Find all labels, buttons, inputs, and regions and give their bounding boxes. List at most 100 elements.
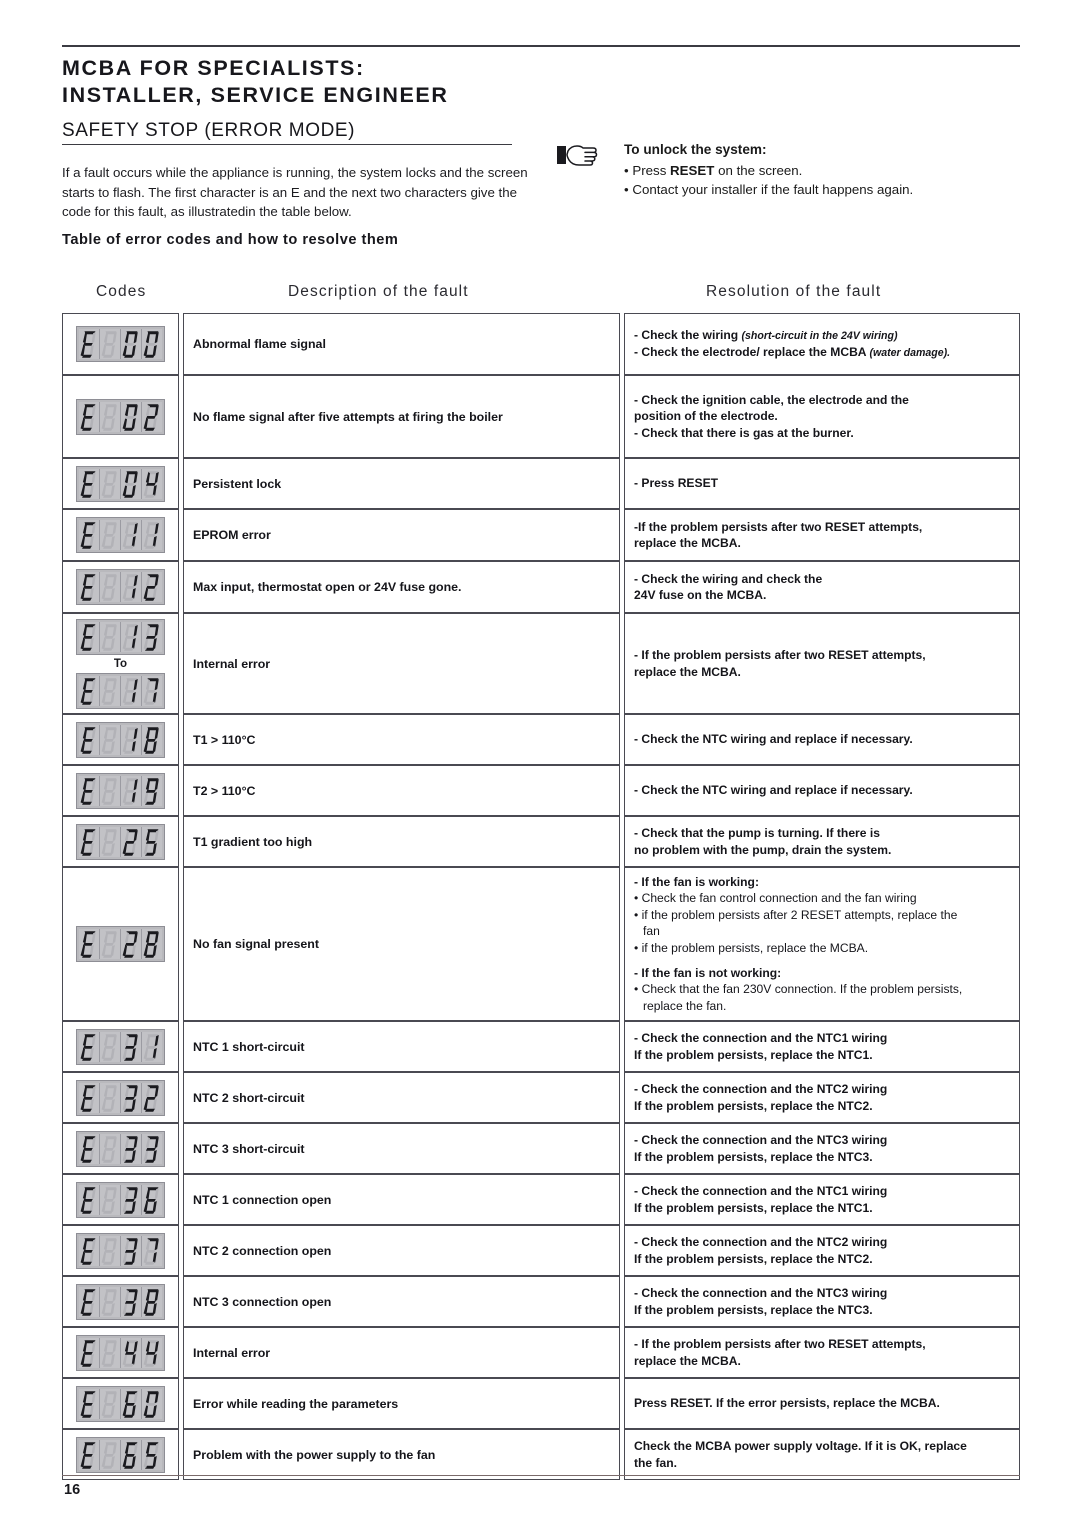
resolution-line: • if the problem persists after 2 RESET … <box>634 907 958 922</box>
lcd-digit <box>121 1082 142 1113</box>
resolution-line: - Check the NTC wiring and replace if ne… <box>634 732 913 747</box>
lcd-error-code-display <box>76 1334 165 1371</box>
page-title-line2: INSTALLER, SERVICE ENGINEER <box>62 83 449 107</box>
lcd-digit-blank <box>100 1337 121 1368</box>
lcd-digit <box>142 1286 162 1317</box>
table-cell-description: Internal error <box>183 1327 620 1378</box>
table-cell-description: T1 gradient too high <box>183 816 620 867</box>
table-cell-description: Max input, thermostat open or 24V fuse g… <box>183 561 620 613</box>
resolution-line: • Check the fan control connection and t… <box>634 891 917 906</box>
resolution-line: - If the fan is working: <box>634 874 759 889</box>
lcd-digit-blank <box>100 1031 121 1062</box>
lcd-digit <box>79 1388 100 1419</box>
table-cell-resolution: - If the fan is working: • Check the fan … <box>624 867 1020 1021</box>
table-cell-description: Persistent lock <box>183 458 620 509</box>
table-cell-code <box>62 867 179 1021</box>
lcd-digit-blank <box>100 621 121 652</box>
table-cell-resolution: - Check the wiring (short-circuit in the… <box>624 313 1020 375</box>
table-row: NTC 1 connection open - Check the connect… <box>62 1174 1020 1225</box>
table-cell-code <box>62 765 179 816</box>
callout-bullet-1-pre: • Press <box>624 162 667 178</box>
table-cell-description: No flame signal after five attempts at f… <box>183 375 620 458</box>
resolution-line: position of the electrode. <box>634 409 778 424</box>
pointing-hand-icon <box>556 140 600 170</box>
table-row: NTC 3 connection open - Check the connect… <box>62 1276 1020 1327</box>
table-cell-code <box>62 1429 179 1480</box>
table-cell-resolution: - Check the connection and the NTC1 wiri… <box>624 1021 1020 1072</box>
resolution-line: - Check the connection and the NTC1 wiri… <box>634 1184 888 1199</box>
table-cell-resolution: - Check the connection and the NTC3 wiri… <box>624 1123 1020 1174</box>
lcd-digit <box>121 1337 142 1368</box>
table-cell-resolution: - Check that the pump is turning. If the… <box>624 816 1020 867</box>
lcd-error-code-display <box>76 1028 165 1065</box>
resolution-line: - Check the wiring and check the <box>634 571 823 586</box>
fault-description-text: NTC 3 connection open <box>193 1294 332 1309</box>
table-row: To Internal error - If the problem persist… <box>62 613 1020 714</box>
lcd-digit <box>142 929 162 959</box>
table-row: T1 > 110°C - Check the NTC wiring and rep… <box>62 714 1020 765</box>
resolution-line: - Check the electrode/ replace the MCBA … <box>634 345 951 359</box>
table-row: T1 gradient too high - Check that the pum… <box>62 816 1020 867</box>
reset-key-label: RESET <box>670 162 715 178</box>
page-title: MCBA FOR SPECIALISTS: INSTALLER, SERVICE… <box>62 55 762 109</box>
lcd-digit <box>142 572 162 602</box>
resolution-line: - If the problem persists after two RESE… <box>634 1337 926 1352</box>
lcd-digit <box>142 826 162 857</box>
fault-resolution-text: - Check the connection and the NTC1 wiri… <box>634 1030 887 1063</box>
page-title-line1: MCBA FOR SPECIALISTS: <box>62 56 365 80</box>
table-row: Problem with the power supply to the fan… <box>62 1429 1020 1480</box>
resolution-line: - Check the connection and the NTC2 wiri… <box>634 1082 888 1097</box>
lcd-digit-blank <box>100 1439 121 1470</box>
table-cell-description: NTC 1 short-circuit <box>183 1021 620 1072</box>
fault-description-text: No flame signal after five attempts at f… <box>193 409 503 424</box>
document-page: MCBA FOR SPECIALISTS: INSTALLER, SERVICE… <box>0 0 1080 1528</box>
table-row: Internal error - If the problem persists … <box>62 1327 1020 1378</box>
table-cell-code <box>62 1072 179 1123</box>
lcd-error-code-display <box>76 398 165 435</box>
table-cell-code <box>62 1174 179 1225</box>
lcd-digit-blank <box>100 1286 121 1317</box>
table-cell-code <box>62 1123 179 1174</box>
table-cell-code <box>62 1276 179 1327</box>
lcd-digit <box>142 675 162 706</box>
resolution-line: If the problem persists, replace the NTC… <box>634 1251 873 1266</box>
fault-resolution-text: - If the problem persists after two RESE… <box>634 1336 926 1369</box>
table-cell-code <box>62 714 179 765</box>
table-cell-description: T1 > 110°C <box>183 714 620 765</box>
lcd-digit <box>79 1286 100 1317</box>
table-cell-description: NTC 2 short-circuit <box>183 1072 620 1123</box>
table-row: NTC 2 connection open - Check the connect… <box>62 1225 1020 1276</box>
header-rule <box>62 45 1020 47</box>
table-cell-resolution: - If the problem persists after two RESE… <box>624 613 1020 714</box>
table-row: No fan signal present - If the fan is wor… <box>62 867 1020 1021</box>
table-cell-code <box>62 1021 179 1072</box>
fault-resolution-text: - Check the NTC wiring and replace if ne… <box>634 782 913 798</box>
fault-resolution-text: - Check the wiring and check the 24V fus… <box>634 571 822 604</box>
fault-resolution-text: - Check the connection and the NTC2 wiri… <box>634 1234 887 1267</box>
lcd-digit-blank <box>100 520 121 550</box>
lcd-digit <box>121 675 142 706</box>
resolution-line: - Check the connection and the NTC1 wiri… <box>634 1031 888 1046</box>
lcd-error-code-display <box>76 569 165 605</box>
lcd-digit <box>142 1031 162 1062</box>
lcd-digit <box>142 1337 162 1368</box>
lcd-digit-blank <box>100 775 121 806</box>
table-row: EPROM error -If the problem persists afte… <box>62 509 1020 561</box>
lcd-digit <box>121 1235 142 1266</box>
fault-resolution-text: - Check the connection and the NTC1 wiri… <box>634 1183 887 1216</box>
fault-resolution-text: - Check that the pump is turning. If the… <box>634 825 891 858</box>
fault-description-text: Error while reading the parameters <box>193 1396 399 1411</box>
lcd-digit <box>79 401 100 432</box>
lcd-error-code-display <box>76 721 165 758</box>
lcd-digit-blank <box>100 1235 121 1266</box>
callout-title: To unlock the system: <box>624 142 767 157</box>
lcd-digit <box>121 1286 142 1317</box>
table-cell-resolution: - Check the NTC wiring and replace if ne… <box>624 765 1020 816</box>
lcd-digit <box>79 1133 100 1164</box>
page-number: 16 <box>64 1482 81 1498</box>
lcd-digit <box>79 1031 100 1062</box>
table-cell-description: Error while reading the parameters <box>183 1378 620 1429</box>
table-cell-description: NTC 3 connection open <box>183 1276 620 1327</box>
lcd-error-code-display <box>76 1436 165 1473</box>
table-cell-resolution: - If the problem persists after two RESE… <box>624 1327 1020 1378</box>
